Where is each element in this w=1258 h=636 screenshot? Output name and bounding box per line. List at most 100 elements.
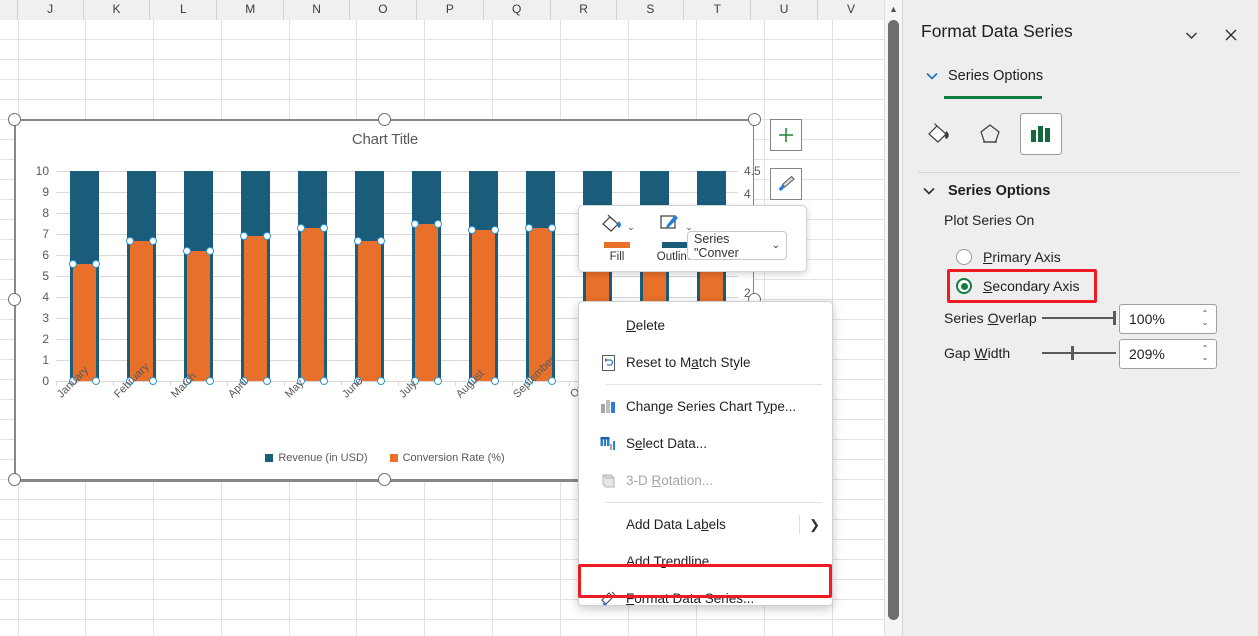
chevron-right-icon[interactable]: ❯ bbox=[809, 517, 820, 533]
column-header-J[interactable]: J bbox=[17, 0, 84, 20]
gap-width-row[interactable]: Gap Width bbox=[944, 345, 1116, 361]
select-all-corner[interactable] bbox=[0, 0, 18, 20]
series-options-tab[interactable] bbox=[1020, 113, 1062, 155]
series-handle[interactable] bbox=[434, 377, 442, 385]
radio-secondary-axis[interactable]: Secondary Axis bbox=[956, 278, 1080, 294]
series-handle[interactable] bbox=[377, 377, 385, 385]
series-handle[interactable] bbox=[183, 247, 191, 255]
bar-conversion-july[interactable] bbox=[415, 224, 438, 381]
column-header-T[interactable]: T bbox=[684, 0, 752, 20]
series-handle[interactable] bbox=[491, 226, 499, 234]
legend-item-revenue[interactable]: Revenue (in USD) bbox=[265, 452, 368, 464]
column-header-V[interactable]: V bbox=[818, 0, 885, 20]
chart-resize-handle-top-center[interactable] bbox=[378, 113, 391, 126]
column-header-S[interactable]: S bbox=[617, 0, 685, 20]
gap-width-stepper[interactable]: ⌃ ⌄ bbox=[1194, 340, 1216, 368]
series-options-group-header[interactable]: Series Options bbox=[922, 183, 1050, 199]
gap-width-slider-thumb[interactable] bbox=[1071, 346, 1074, 360]
column-header-N[interactable]: N bbox=[284, 0, 351, 20]
chart-elements-button[interactable] bbox=[770, 119, 802, 151]
column-header-U[interactable]: U bbox=[751, 0, 819, 20]
series-handle[interactable] bbox=[126, 237, 134, 245]
mini-toolbar[interactable]: ⌄ Fill ⌄ Outline Series "Conver ⌄ bbox=[578, 205, 807, 272]
series-handle[interactable] bbox=[434, 220, 442, 228]
vertical-scrollbar[interactable]: ▲ bbox=[884, 0, 902, 636]
series-handle[interactable] bbox=[320, 377, 328, 385]
stepper-down-icon[interactable]: ⌄ bbox=[1202, 353, 1209, 363]
chart-resize-handle-middle-left[interactable] bbox=[8, 293, 21, 306]
bar-conversion-march[interactable] bbox=[187, 251, 210, 381]
series-handle[interactable] bbox=[548, 377, 556, 385]
chart-resize-handle-top-right[interactable] bbox=[748, 113, 761, 126]
series-handle[interactable] bbox=[525, 224, 533, 232]
bar-conversion-august[interactable] bbox=[472, 230, 495, 381]
menu-item-change-series-chart-type[interactable]: Change Series Chart Type... bbox=[579, 388, 832, 425]
bar-conversion-may[interactable] bbox=[301, 228, 324, 381]
fill-dropdown-caret-icon[interactable]: ⌄ bbox=[627, 212, 635, 233]
chart-resize-handle-bottom-center[interactable] bbox=[378, 473, 391, 486]
scroll-up-arrow-icon[interactable]: ▲ bbox=[885, 0, 902, 18]
stepper-down-icon[interactable]: ⌄ bbox=[1202, 318, 1209, 328]
pane-collapse-button[interactable] bbox=[1178, 22, 1204, 48]
chart-resize-handle-top-left[interactable] bbox=[8, 113, 21, 126]
scrollbar-thumb[interactable] bbox=[888, 20, 899, 620]
bar-conversion-january[interactable] bbox=[73, 264, 96, 381]
series-handle[interactable] bbox=[320, 224, 328, 232]
pane-close-button[interactable] bbox=[1218, 22, 1244, 48]
context-menu[interactable]: Delete Reset to Match Style Change Serie… bbox=[578, 301, 833, 606]
chevron-down-icon[interactable]: ⌄ bbox=[772, 240, 780, 251]
series-selector-dropdown[interactable]: Series "Conver ⌄ bbox=[687, 231, 787, 260]
series-handle[interactable] bbox=[491, 377, 499, 385]
bar-conversion-february[interactable] bbox=[130, 241, 153, 381]
bar-conversion-april[interactable] bbox=[244, 236, 267, 381]
column-header-K[interactable]: K bbox=[83, 0, 151, 20]
effects-tab[interactable] bbox=[969, 113, 1011, 155]
menu-item-add-trendline[interactable]: Add Trendline... bbox=[579, 543, 832, 580]
bar-conversion-june[interactable] bbox=[358, 241, 381, 381]
fill-and-line-tab[interactable] bbox=[918, 113, 960, 155]
series-overlap-slider-thumb[interactable] bbox=[1113, 311, 1116, 325]
series-overlap-slider[interactable] bbox=[1042, 311, 1116, 325]
series-handle[interactable] bbox=[206, 247, 214, 255]
series-handle[interactable] bbox=[468, 226, 476, 234]
series-handle[interactable] bbox=[149, 237, 157, 245]
gap-width-slider[interactable] bbox=[1042, 346, 1116, 360]
outline-dropdown-caret-icon[interactable]: ⌄ bbox=[685, 212, 693, 233]
chart-resize-handle-bottom-left[interactable] bbox=[8, 473, 21, 486]
fill-button[interactable]: ⌄ Fill bbox=[589, 212, 645, 263]
column-header-M[interactable]: M bbox=[217, 0, 285, 20]
series-options-header[interactable]: Series Options bbox=[925, 68, 1043, 84]
radio-primary-axis[interactable]: Primary Axis bbox=[956, 249, 1061, 265]
column-header-Q[interactable]: Q bbox=[483, 0, 551, 20]
series-handle[interactable] bbox=[92, 377, 100, 385]
pane-icon-tabs[interactable] bbox=[918, 113, 1062, 155]
menu-item-select-data[interactable]: Select Data... bbox=[579, 425, 832, 462]
radio-primary-axis-indicator[interactable] bbox=[956, 249, 972, 265]
series-handle[interactable] bbox=[377, 237, 385, 245]
menu-item-reset-to-match-style[interactable]: Reset to Match Style bbox=[579, 344, 832, 381]
column-header-P[interactable]: P bbox=[416, 0, 484, 20]
series-overlap-value-input[interactable]: 100% ⌃ ⌄ bbox=[1119, 304, 1217, 334]
menu-item-format-data-series[interactable]: Format Data Series... bbox=[579, 580, 832, 617]
series-handle[interactable] bbox=[92, 260, 100, 268]
series-handle[interactable] bbox=[548, 224, 556, 232]
gap-width-value-input[interactable]: 209% ⌃ ⌄ bbox=[1119, 339, 1217, 369]
series-handle[interactable] bbox=[411, 220, 419, 228]
menu-item-delete[interactable]: Delete bbox=[579, 307, 832, 344]
legend-item-conversion-rate[interactable]: Conversion Rate (%) bbox=[389, 452, 505, 464]
menu-item-add-data-labels[interactable]: Add Data Labels ❯ bbox=[579, 506, 832, 543]
chart-styles-button[interactable] bbox=[770, 168, 802, 200]
series-handle[interactable] bbox=[354, 237, 362, 245]
series-handle[interactable] bbox=[263, 232, 271, 240]
series-handle[interactable] bbox=[149, 377, 157, 385]
column-header-R[interactable]: R bbox=[550, 0, 618, 20]
series-handle[interactable] bbox=[263, 377, 271, 385]
series-handle[interactable] bbox=[240, 232, 248, 240]
series-overlap-row[interactable]: Series Overlap bbox=[944, 310, 1116, 326]
series-handle[interactable] bbox=[206, 377, 214, 385]
series-handle[interactable] bbox=[297, 224, 305, 232]
series-handle[interactable] bbox=[69, 260, 77, 268]
column-header-L[interactable]: L bbox=[150, 0, 218, 20]
series-overlap-stepper[interactable]: ⌃ ⌄ bbox=[1194, 305, 1216, 333]
column-header-O[interactable]: O bbox=[350, 0, 417, 20]
